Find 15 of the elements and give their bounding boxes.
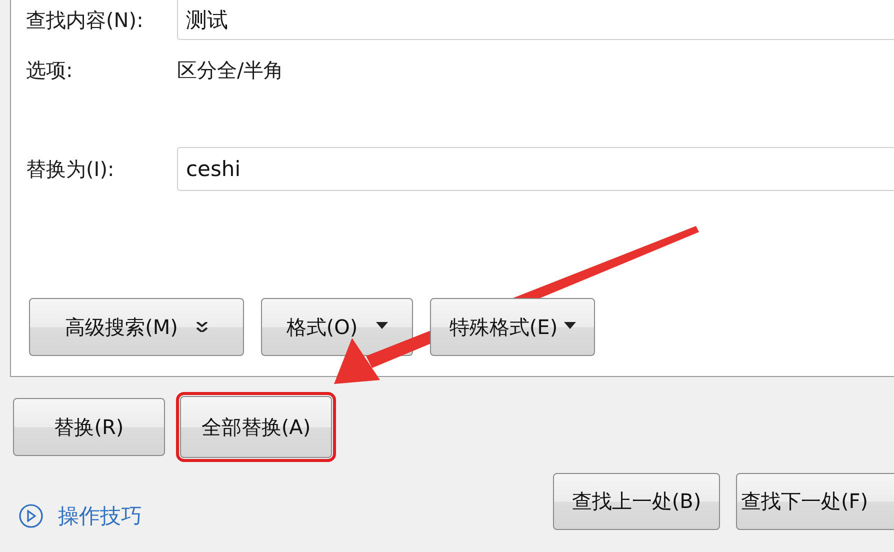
menu-button[interactable]: 高级搜索(M) — [29, 298, 244, 356]
options-value: 区分全/半角 — [177, 56, 284, 84]
field-label: 替换为(I): — [26, 156, 116, 182]
nav-button[interactable]: 查找上一处(B) — [553, 472, 720, 530]
options-label: 选项: — [26, 56, 74, 84]
action-button[interactable]: 替换(R) — [13, 398, 165, 456]
double-caret-icon — [196, 322, 208, 332]
menu-button[interactable]: 格式(O) — [261, 298, 413, 356]
field-label: 查找内容(N): — [26, 6, 144, 34]
replace-field[interactable]: ceshi — [177, 147, 894, 191]
help-link[interactable]: 操作技巧 — [18, 502, 142, 530]
find-field[interactable]: 测试 — [177, 0, 894, 40]
menu-button[interactable]: 特殊格式(E) — [430, 298, 595, 356]
play-icon — [18, 503, 44, 529]
nav-button[interactable]: 查找下一处(F) — [736, 472, 894, 530]
